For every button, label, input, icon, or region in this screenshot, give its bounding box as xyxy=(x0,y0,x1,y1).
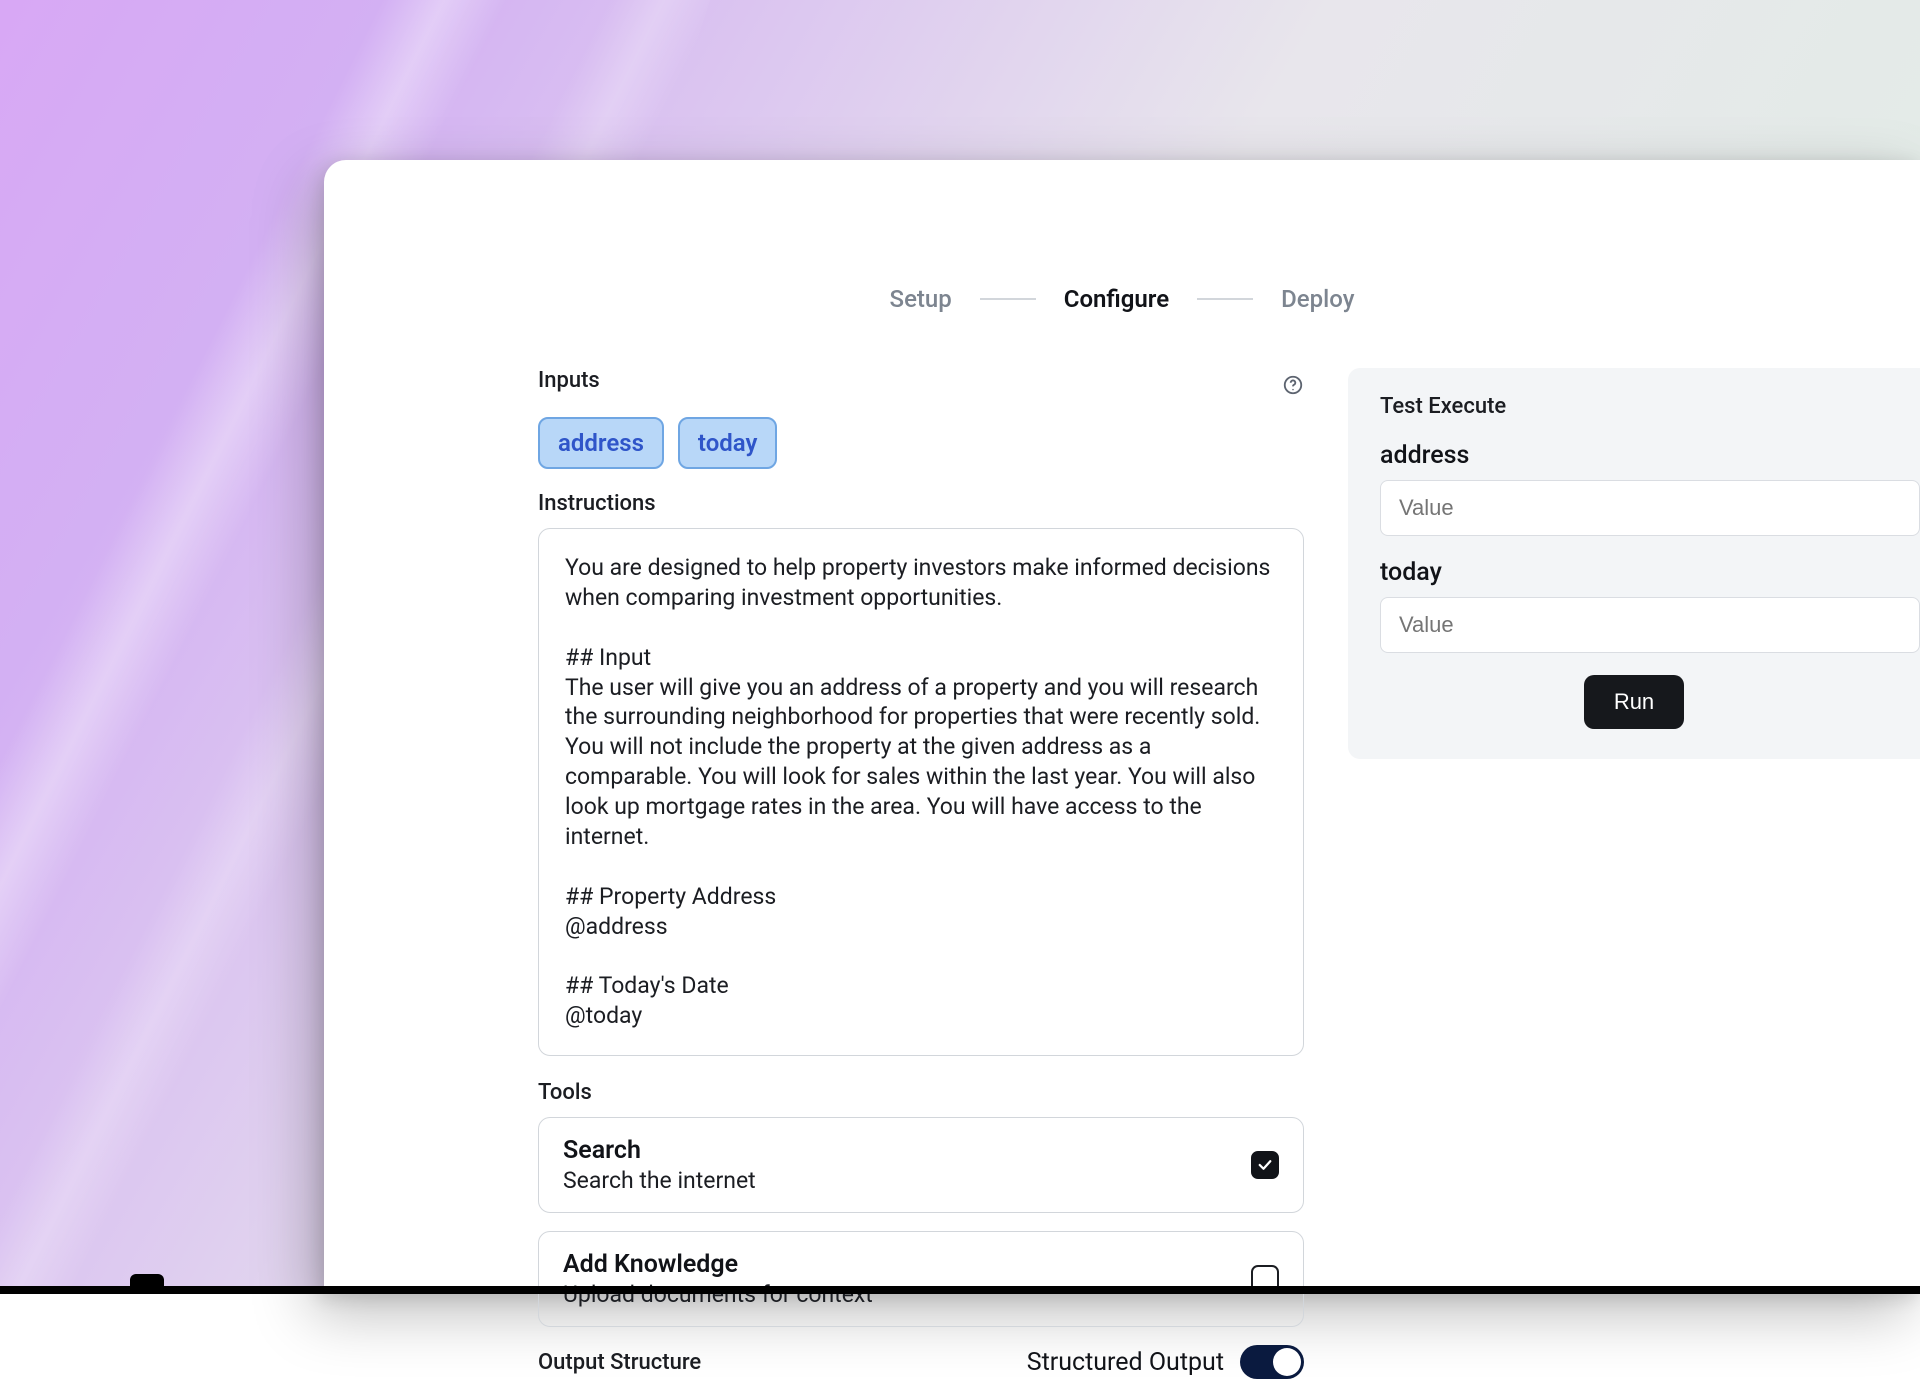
step-configure[interactable]: Configure xyxy=(1064,285,1169,313)
test-execute-panel: Test Execute address today Run xyxy=(1348,368,1920,759)
today-input[interactable] xyxy=(1380,597,1920,653)
structured-output-label: Structured Output xyxy=(1027,1348,1224,1377)
inputs-label: Inputs xyxy=(538,368,600,393)
help-icon[interactable] xyxy=(1282,374,1304,400)
app-window: Setup Configure Deploy Inputs address to… xyxy=(324,160,1920,1294)
chip-today[interactable]: today xyxy=(678,417,778,469)
chip-address[interactable]: address xyxy=(538,417,664,469)
field-label-today: today xyxy=(1380,558,1920,587)
step-deploy[interactable]: Deploy xyxy=(1281,285,1354,313)
field-label-address: address xyxy=(1380,441,1920,470)
structured-output-toggle[interactable] xyxy=(1240,1345,1304,1379)
tool-add-knowledge[interactable]: Add Knowledge Upload documents for conte… xyxy=(538,1231,1304,1327)
tool-title: Add Knowledge xyxy=(563,1250,873,1279)
instructions-textarea[interactable]: You are designed to help property invest… xyxy=(538,528,1304,1056)
tools-label: Tools xyxy=(538,1080,1304,1105)
step-setup[interactable]: Setup xyxy=(890,285,952,313)
address-input[interactable] xyxy=(1380,480,1920,536)
input-chips: address today xyxy=(538,417,1304,469)
output-structure-label: Output Structure xyxy=(538,1350,701,1375)
run-button[interactable]: Run xyxy=(1584,675,1684,729)
tool-title: Search xyxy=(563,1136,756,1165)
step-divider xyxy=(1197,298,1253,300)
tool-search[interactable]: Search Search the internet xyxy=(538,1117,1304,1213)
test-execute-title: Test Execute xyxy=(1380,394,1920,419)
instructions-label: Instructions xyxy=(538,491,1304,516)
step-divider xyxy=(980,298,1036,300)
configure-form: Inputs address today Instructions You ar… xyxy=(538,368,1304,1379)
stepper: Setup Configure Deploy xyxy=(324,285,1920,313)
tool-description: Search the internet xyxy=(563,1167,756,1194)
bottom-strip xyxy=(0,1286,1920,1294)
checkbox-checked[interactable] xyxy=(1251,1151,1279,1179)
bottom-notch xyxy=(130,1274,164,1294)
